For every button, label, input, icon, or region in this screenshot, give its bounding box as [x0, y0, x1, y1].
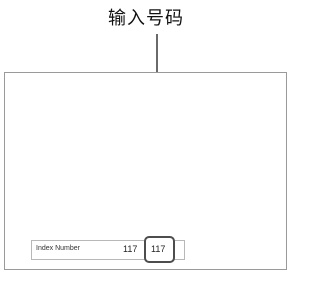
index-number-label: Index Number	[36, 245, 80, 252]
index-number-input-value: 117	[151, 244, 166, 254]
index-number-value: 117	[123, 244, 138, 254]
callout-label: 输入号码	[108, 8, 184, 29]
index-number-input[interactable]: 117	[144, 236, 175, 263]
